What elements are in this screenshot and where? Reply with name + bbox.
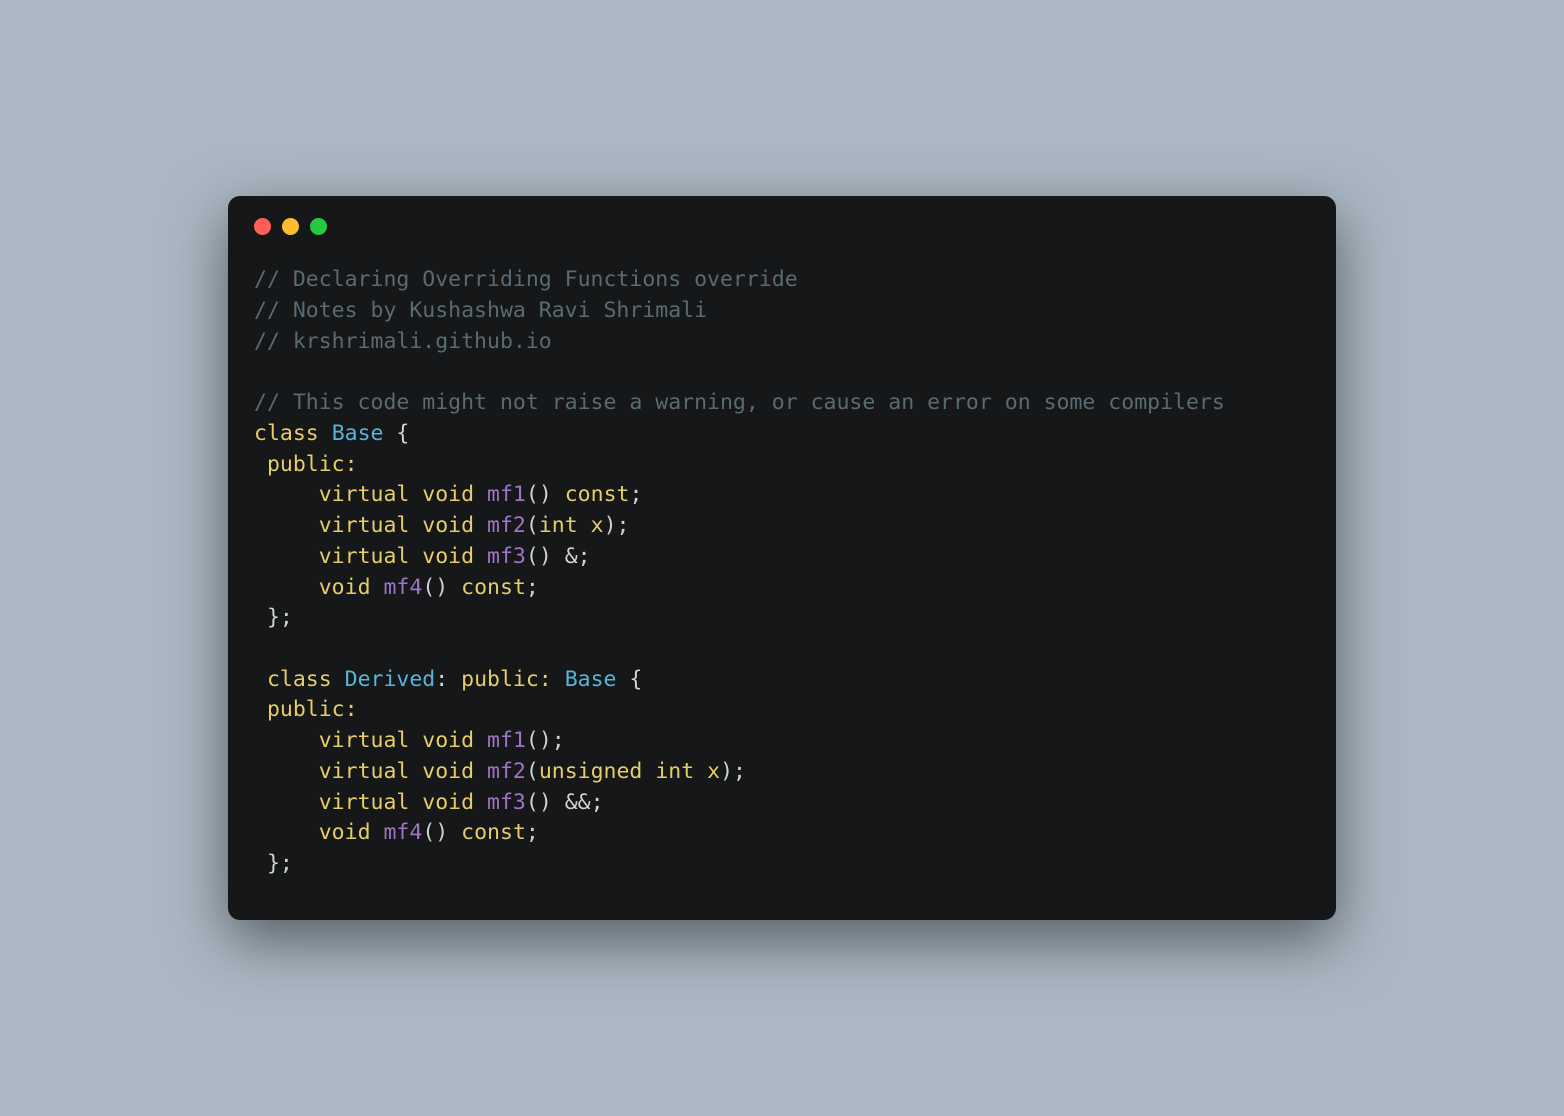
keyword-public: public: [254,452,358,477]
code-block: // Declaring Overriding Functions overri… [228,235,1336,880]
keyword-public-inherit: public: [461,667,552,692]
keyword-const: const [565,482,630,507]
close-icon[interactable] [254,218,271,235]
code-window: // Declaring Overriding Functions overri… [228,196,1336,920]
comment-line-2: // Notes by Kushashwa Ravi Shrimali [254,298,707,323]
keyword-virtual: virtual [319,482,410,507]
keyword-class: class [254,421,319,446]
comment-line-4: // This code might not raise a warning, … [254,390,1225,415]
maximize-icon[interactable] [310,218,327,235]
minimize-icon[interactable] [282,218,299,235]
fn-mf2: mf2 [487,513,526,538]
class-name-derived: Derived [345,667,436,692]
keyword-void: void [422,482,474,507]
comment-line-3: // krshrimali.github.io [254,329,552,354]
fn-mf4: mf4 [383,575,422,600]
brace-close: }; [254,605,293,630]
ref-qualifier: & [552,544,578,569]
fn-mf1: mf1 [487,482,526,507]
rref-qualifier: && [552,790,591,815]
param-x: x [591,513,604,538]
traffic-lights [228,196,1336,235]
type-unsigned: unsigned [539,759,643,784]
type-int: int [539,513,578,538]
class-name-base: Base [332,421,384,446]
comment-line-1: // Declaring Overriding Functions overri… [254,267,798,292]
fn-mf3: mf3 [487,544,526,569]
brace-open: { [383,421,409,446]
